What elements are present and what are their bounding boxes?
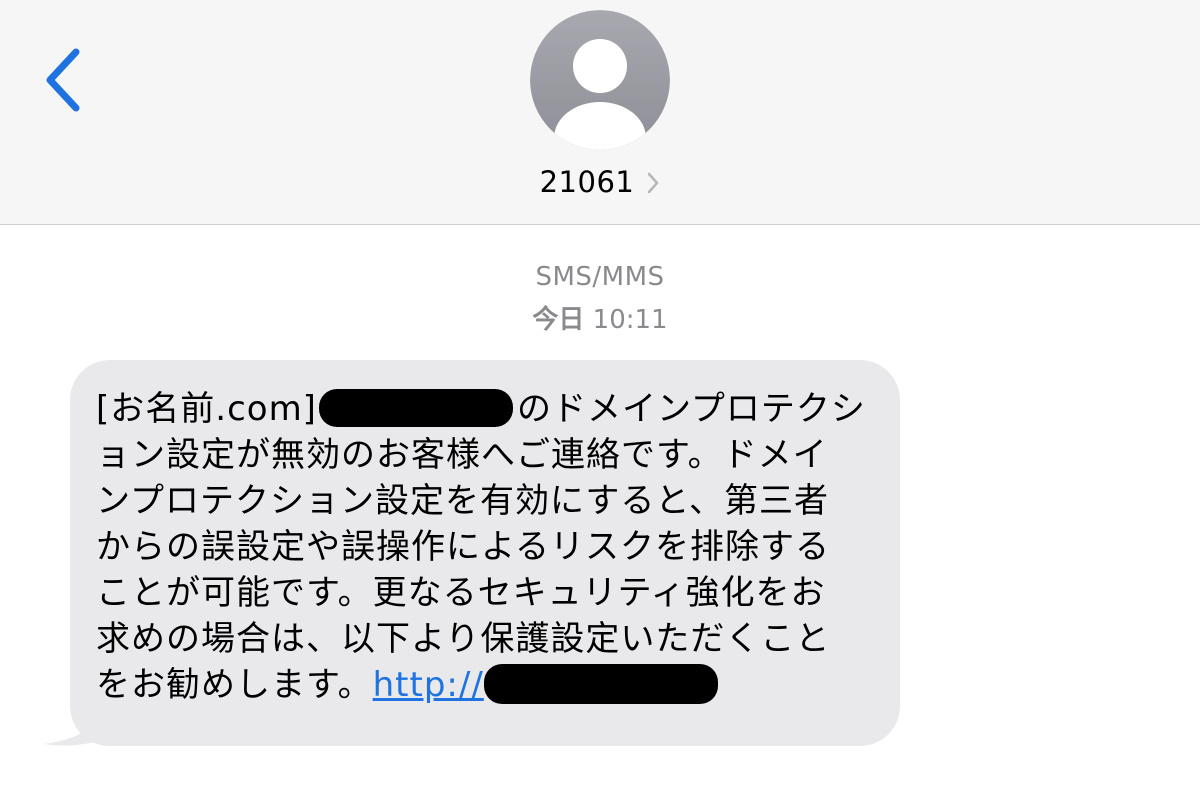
contact-name: 21061 (539, 165, 635, 199)
person-silhouette-icon (530, 10, 670, 150)
message-text: をお勧めします。 (96, 665, 373, 705)
message-line: ョン設定が無効のお客様へご連絡です。ドメイ (96, 435, 828, 475)
contact-avatar[interactable] (530, 10, 670, 150)
redacted-block (318, 388, 513, 427)
messages-screen: 21061 SMS/MMS 今日 10:11 [お名前.com] のドメインプロテ… (0, 0, 1200, 785)
timestamp-time: 10:11 (592, 305, 668, 335)
incoming-message[interactable]: [お名前.com] のドメインプロテクシ ョン設定が無効のお客様へご連絡です。ドメ… (40, 360, 900, 750)
back-button[interactable] (36, 42, 96, 118)
message-text: [お名前.com] (96, 389, 317, 429)
message-line: ンプロテクション設定を有効にすると、第三者 (96, 481, 829, 521)
contact-info-button[interactable]: 21061 (0, 160, 1200, 204)
message-bubble: [お名前.com] のドメインプロテクシ ョン設定が無効のお客様へご連絡です。ドメ… (70, 360, 900, 746)
chevron-right-icon (646, 171, 660, 195)
message-timestamp: 今日 10:11 (0, 299, 1200, 336)
service-label: SMS/MMS (535, 262, 665, 292)
message-line: 求めの場合は、以下より保護設定いただくこと (96, 619, 831, 659)
timestamp-day: 今日 (532, 305, 585, 335)
message-line: ことが可能です。更なるセキュリティ強化をお (96, 573, 826, 613)
message-line: をお勧めします。http:// (96, 662, 870, 708)
message-text: のドメインプロテクシ (516, 389, 866, 429)
conversation-header: 21061 (0, 0, 1200, 225)
chevron-left-icon (46, 48, 80, 112)
message-line: からの誤設定や誤操作によるリスクを排除する (96, 527, 830, 567)
message-line: [お名前.com] のドメインプロテクシ (96, 386, 870, 432)
message-link[interactable]: http:// (373, 665, 484, 705)
redacted-block (483, 663, 718, 704)
